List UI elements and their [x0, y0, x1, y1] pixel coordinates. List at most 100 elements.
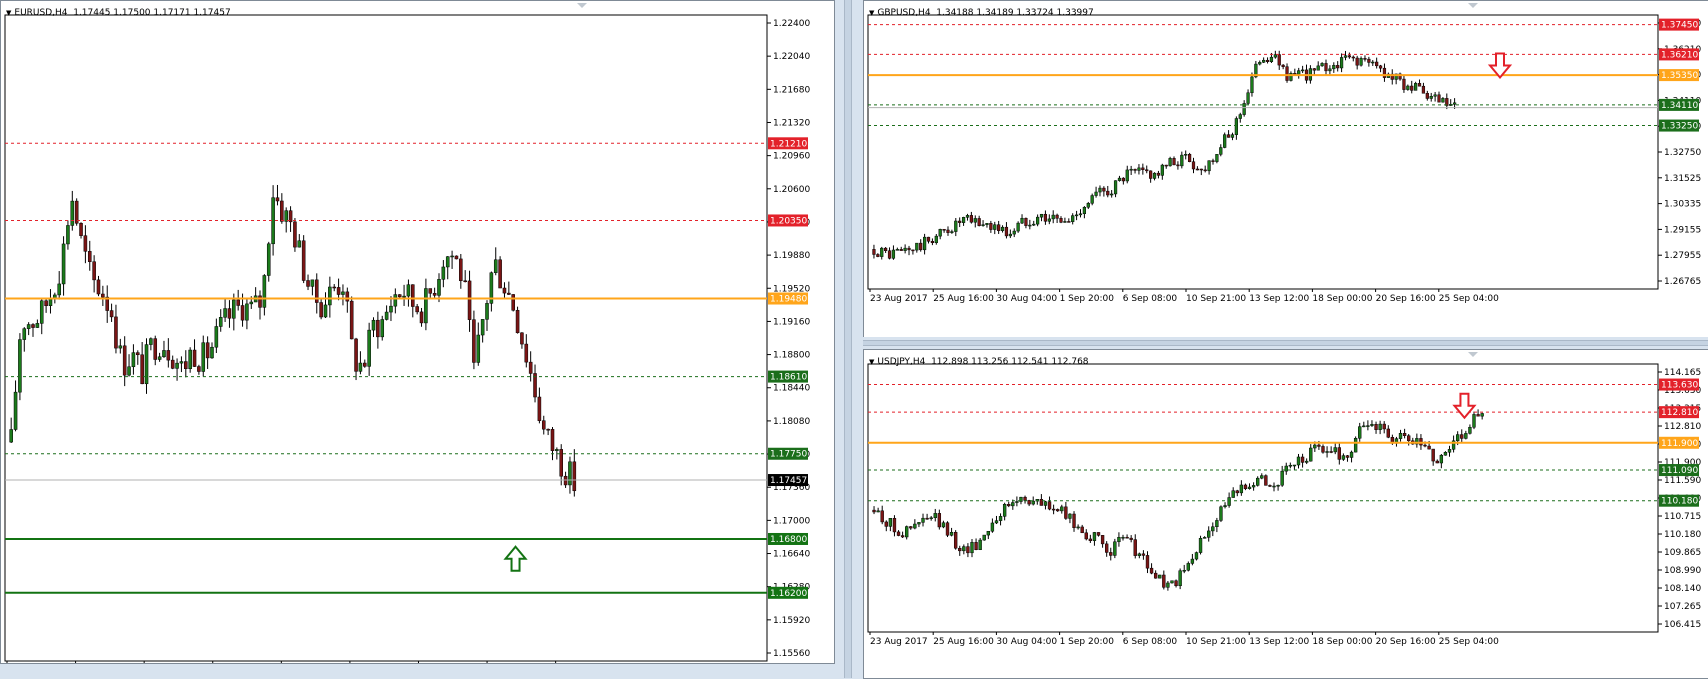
price-scale-label: 1.26765: [1664, 277, 1701, 287]
time-axis-label: 20 Sep 16:00: [1376, 294, 1436, 304]
candle-body: [301, 240, 306, 281]
candle-body: [1264, 475, 1268, 486]
candle-body: [1104, 543, 1109, 553]
candle-body: [1324, 63, 1328, 72]
candle-body: [925, 517, 929, 520]
candle-body: [1043, 213, 1048, 222]
candle-body: [929, 517, 933, 520]
candle-body: [1301, 69, 1305, 72]
price-scale-label: 1.17000: [773, 516, 810, 526]
candle-body: [450, 255, 454, 258]
candle-body: [515, 310, 520, 334]
candle-body: [1207, 530, 1211, 538]
candle-body: [1256, 477, 1260, 486]
candle-body: [945, 522, 950, 536]
vertical-splitter[interactable]: [836, 0, 860, 678]
candle-body: [393, 294, 398, 307]
candle-body: [201, 342, 206, 372]
candle-body: [528, 361, 533, 374]
candle-body: [192, 349, 197, 367]
price-scale-label: 114.165: [1664, 368, 1701, 378]
candle-body: [328, 286, 332, 306]
candle-body: [1351, 56, 1355, 59]
candle-body: [930, 241, 935, 244]
candle-body: [1455, 434, 1460, 442]
candle-body: [26, 324, 31, 329]
candle-body: [1195, 168, 1200, 171]
candle-body: [1276, 484, 1280, 487]
candle-body: [966, 546, 970, 554]
candle-body: [459, 258, 463, 282]
price-level-label: 1.16800: [770, 535, 807, 545]
candle-body: [950, 231, 954, 233]
candle-body: [1419, 438, 1423, 446]
candle-body: [1414, 83, 1418, 91]
candle-body: [1288, 464, 1293, 467]
candle-body: [913, 523, 917, 529]
candle-body: [249, 301, 254, 305]
candle-body: [1230, 134, 1235, 138]
candle-body: [1417, 83, 1422, 87]
chart-title: ▼ GBPUSD,H4 1.34188 1.34189 1.33724 1.339…: [869, 8, 1094, 18]
candle-body: [1129, 168, 1133, 171]
candle-body: [986, 530, 990, 536]
candle-body: [358, 362, 363, 372]
candle-body: [1370, 424, 1374, 426]
candle-body: [884, 521, 888, 527]
splitter-bar[interactable]: [844, 0, 852, 678]
candle-body: [1219, 506, 1223, 521]
candle-body: [341, 291, 345, 295]
horizontal-splitter[interactable]: [863, 337, 1708, 348]
candle-body: [1367, 58, 1371, 63]
candle-body: [958, 547, 962, 552]
candle-body: [1090, 195, 1094, 204]
candle-body: [188, 349, 192, 369]
candle-body: [1378, 65, 1383, 69]
candle-body: [1429, 95, 1433, 99]
usdjpy-chart-canvas[interactable]: 114.165113.630113.315112.810112.440111.9…: [864, 350, 1708, 678]
price-scale-label: 110.180: [1664, 530, 1701, 540]
candle-body: [994, 520, 999, 524]
candle-body: [275, 197, 280, 202]
candle-body: [1262, 59, 1266, 63]
eurusd-chart-window[interactable]: ▼ EURUSD,H4 1.17445 1.17500 1.17171 1.174…: [0, 0, 835, 664]
collapse-triangle-icon[interactable]: ▼: [869, 9, 874, 17]
candle-body: [1178, 570, 1182, 587]
candle-body: [1164, 164, 1168, 167]
collapse-triangle-icon[interactable]: ▼: [6, 9, 11, 17]
candle-body: [1246, 92, 1250, 104]
candle-body: [1437, 94, 1441, 103]
candle-body: [1055, 214, 1059, 219]
gbpusd-chart-canvas[interactable]: 1.37450 1.36210 1.35350 1.34110 1.33250 1.327…: [864, 1, 1708, 337]
candle-body: [1296, 456, 1301, 466]
candle-body: [1096, 532, 1101, 536]
candle-body: [35, 323, 40, 328]
candle-body: [1064, 506, 1068, 519]
candle-body: [122, 345, 127, 376]
candle-body: [1100, 535, 1105, 545]
candle-body: [915, 242, 919, 251]
candle-body: [1156, 172, 1161, 176]
candle-body: [949, 531, 954, 536]
usdjpy-chart-window[interactable]: ▼ USDJPY,H4 112.898 113.256 112.541 112.7…: [863, 349, 1708, 679]
candle-body: [1032, 223, 1036, 226]
price-scale-label: 1.22040: [773, 52, 810, 62]
candle-body: [406, 284, 411, 297]
candle-body: [1141, 167, 1145, 170]
price-level-label: 1.37450: [1661, 21, 1698, 31]
eurusd-chart-canvas[interactable]: 1.22400 1.22040 1.21680 1.21320 1.20960 1.206…: [1, 1, 834, 663]
candle-body: [1243, 484, 1248, 489]
candle-body: [1008, 233, 1012, 237]
candle-body: [1084, 532, 1088, 540]
gbpusd-chart-window[interactable]: ▼ GBPUSD,H4 1.34188 1.34189 1.33724 1.339…: [863, 0, 1708, 338]
candle-body: [74, 200, 79, 224]
candle-body: [921, 517, 925, 523]
collapse-triangle-icon[interactable]: ▼: [869, 358, 874, 366]
candle-body: [550, 429, 555, 451]
price-scale-label: 109.865: [1664, 548, 1701, 558]
splitter-bar[interactable]: [863, 340, 1708, 346]
candle-body: [297, 240, 302, 248]
candle-body: [993, 224, 997, 230]
candle-body: [1366, 425, 1370, 427]
candle-body: [1137, 167, 1141, 171]
